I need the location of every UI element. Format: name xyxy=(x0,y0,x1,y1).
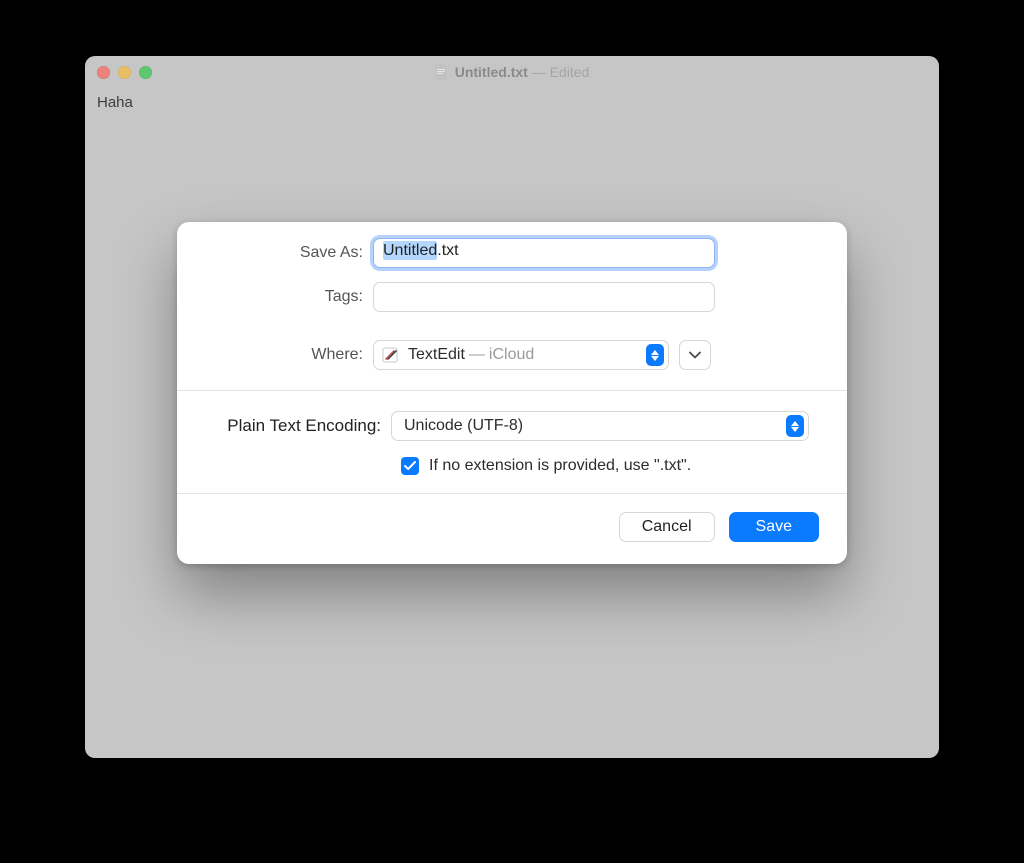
window-minimize-button[interactable] xyxy=(118,66,131,79)
window-zoom-button[interactable] xyxy=(139,66,152,79)
traffic-lights xyxy=(97,66,152,79)
save-button-label: Save xyxy=(756,518,792,536)
window-close-button[interactable] xyxy=(97,66,110,79)
where-folder-name: TextEdit xyxy=(408,346,465,364)
cancel-button[interactable]: Cancel xyxy=(619,512,715,542)
where-location: iCloud xyxy=(489,346,534,364)
use-txt-extension-checkbox[interactable] xyxy=(401,457,419,475)
where-label: Where: xyxy=(205,346,373,364)
tags-field[interactable] xyxy=(373,282,715,312)
filename-selected-part: Untitled xyxy=(383,241,437,260)
popup-stepper-icon xyxy=(786,415,804,437)
save-as-field[interactable]: Untitled.txt xyxy=(373,238,715,268)
window-title: Untitled.txt — Edited xyxy=(85,64,939,80)
textedit-folder-icon xyxy=(382,346,400,364)
encoding-value: Unicode (UTF-8) xyxy=(404,417,523,435)
popup-stepper-icon xyxy=(646,344,664,366)
document-text: Haha xyxy=(97,94,133,111)
use-txt-extension-label: If no extension is provided, use ".txt". xyxy=(429,457,691,475)
tags-label: Tags: xyxy=(205,288,373,306)
window-edited-indicator: Edited xyxy=(550,64,590,80)
chevron-down-icon xyxy=(689,351,701,359)
window-titlebar: Untitled.txt — Edited xyxy=(85,56,939,88)
checkmark-icon xyxy=(404,461,416,471)
filename-extension-part: .txt xyxy=(437,242,458,259)
save-button[interactable]: Save xyxy=(729,512,819,542)
where-popup[interactable]: TextEdit — iCloud xyxy=(373,340,669,370)
save-as-label: Save As: xyxy=(205,244,373,262)
encoding-label: Plain Text Encoding: xyxy=(205,416,391,436)
document-body[interactable]: Haha xyxy=(85,88,939,117)
document-icon xyxy=(435,64,449,80)
expand-save-panel-button[interactable] xyxy=(679,340,711,370)
window-title-text: Untitled.txt xyxy=(455,64,528,80)
save-dialog: Save As: Untitled.txt Tags: Where: xyxy=(177,222,847,564)
encoding-popup[interactable]: Unicode (UTF-8) xyxy=(391,411,809,441)
cancel-button-label: Cancel xyxy=(642,518,692,536)
